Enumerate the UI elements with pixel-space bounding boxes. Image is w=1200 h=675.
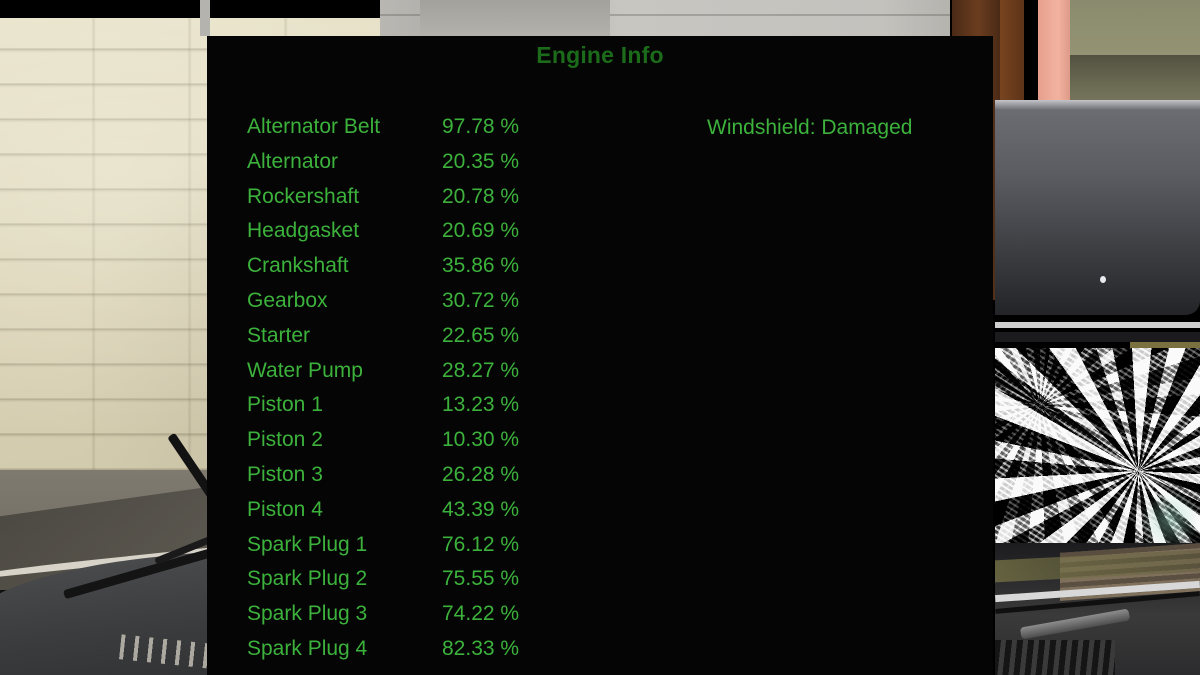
car-hood-highlight [995,100,1200,110]
list-item: Piston 2 10.30 % [247,423,667,458]
part-value: 97.78 % [442,115,520,138]
part-value: 76.12 % [442,532,520,556]
engine-parts-list: Alternator Belt 97.78 % Alternator 20.35… [247,110,667,667]
part-value: 82.33 % [442,636,520,660]
part-value: 30.72 % [442,288,520,312]
list-item: Spark Plug 3 74.22 % [247,597,667,632]
car-hood-right [995,100,1200,315]
list-item: Spark Plug 4 82.33 % [247,632,667,667]
part-name: Gearbox [247,288,328,312]
list-item: Piston 1 13.23 % [247,388,667,423]
shattered-windshield-tint [1140,490,1200,550]
part-value: 10.30 % [442,428,520,452]
list-item: Headgasket 20.69 % [247,214,667,249]
part-name: Crankshaft [247,254,349,278]
part-name: Alternator Belt [247,115,381,138]
wall-edge-column [200,0,210,36]
part-value: 35.86 % [442,254,520,278]
part-name: Piston 1 [247,393,323,417]
part-value: 20.35 % [442,149,520,173]
panel-title: Engine Info [536,42,664,68]
part-name: Piston 3 [247,462,323,486]
car-trim-chrome [995,322,1200,328]
part-name: Headgasket [247,219,360,243]
part-name: Piston 4 [247,497,323,521]
list-item: Spark Plug 1 76.12 % [247,528,667,563]
game-screen: Engine Info Alternator Belt 97.78 % Alte… [0,0,1200,675]
part-value: 75.55 % [442,567,520,591]
part-name: Piston 2 [247,428,323,452]
part-name: Spark Plug 3 [247,602,368,626]
list-item: Water Pump 28.27 % [247,354,667,389]
list-item: Alternator Belt 97.78 % [247,110,667,145]
part-value: 28.27 % [442,358,520,382]
list-item: Spark Plug 2 75.55 % [247,562,667,597]
part-value: 20.69 % [442,219,520,243]
part-name: Water Pump [247,358,363,382]
defroster-vent [995,640,1115,675]
part-name: Starter [247,323,311,347]
part-name: Spark Plug 4 [247,636,368,660]
part-name: Spark Plug 1 [247,532,368,556]
part-value: 13.23 % [442,393,520,417]
part-name: Alternator [247,149,339,173]
concrete-wall-panel [420,0,610,40]
part-value: 22.65 % [442,323,520,347]
list-item: Gearbox 30.72 % [247,284,667,319]
list-item: Piston 3 26.28 % [247,458,667,493]
list-item: Crankshaft 35.86 % [247,249,667,284]
part-name: Spark Plug 2 [247,567,368,591]
list-item: Starter 22.65 % [247,319,667,354]
car-hood-reflection [1100,276,1106,283]
part-value: 26.28 % [442,462,520,486]
list-item: Alternator 20.35 % [247,145,667,180]
part-value: 43.39 % [442,497,520,521]
windshield-status: Windshield: Damaged [707,116,913,139]
list-item: Piston 4 43.39 % [247,493,667,528]
engine-info-panel: Engine Info Alternator Belt 97.78 % Alte… [207,36,993,675]
list-item: Rockershaft 20.78 % [247,180,667,215]
part-value: 20.78 % [442,184,520,208]
car-trim-dark [995,332,1200,342]
part-value: 74.22 % [442,602,520,626]
part-name: Rockershaft [247,184,360,208]
